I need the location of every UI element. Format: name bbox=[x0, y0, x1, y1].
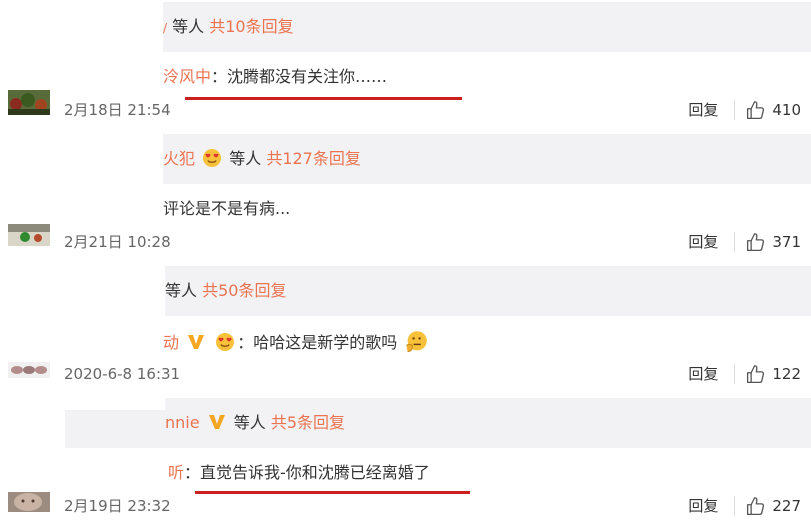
comment-author[interactable]: 听 bbox=[168, 463, 184, 482]
comment-item: / 等人 共10条回复 泠风中：沈腾都没有关注你…… 2月18日 21:54 回… bbox=[0, 0, 811, 132]
thumbs-up-icon bbox=[747, 100, 765, 119]
comment-actions: 回复 410 bbox=[688, 99, 801, 121]
comment-author[interactable]: 泠风中 bbox=[163, 67, 211, 86]
reply-suffix: 等人 bbox=[172, 17, 205, 36]
like-count: 122 bbox=[772, 365, 801, 383]
reply-names[interactable]: 火犯 bbox=[163, 149, 195, 168]
reply-summary-box[interactable]: nnie 等人 共5条回复 bbox=[65, 398, 811, 448]
comment-text: 评论是不是有病... bbox=[163, 199, 291, 218]
reply-names[interactable]: nnie bbox=[165, 413, 200, 432]
reply-suffix: 等人 bbox=[229, 149, 262, 168]
action-divider bbox=[734, 232, 736, 252]
comment-content: 动 ：哈哈这是新学的歌吗 bbox=[163, 330, 430, 354]
heart-eyes-emoji-icon bbox=[216, 333, 235, 351]
avatar[interactable] bbox=[8, 362, 50, 378]
like-button[interactable]: 122 bbox=[745, 363, 801, 385]
reply-suffix: 等人 bbox=[233, 413, 266, 432]
like-button[interactable]: 410 bbox=[745, 99, 801, 121]
comment-actions: 回复 227 bbox=[688, 495, 801, 517]
reply-summary-box[interactable]: / 等人 共10条回复 bbox=[65, 2, 811, 52]
thinking-emoji-icon bbox=[406, 331, 428, 353]
like-count: 410 bbox=[772, 101, 801, 119]
heart-eyes-emoji-icon bbox=[203, 149, 222, 167]
like-button[interactable]: 227 bbox=[745, 495, 801, 517]
comment-item: 等人 共50条回复 动 ：哈哈这是新学的歌吗 2020-6-8 16:31 回复… bbox=[0, 264, 811, 396]
like-count: 227 bbox=[772, 497, 801, 515]
comment-content: 评论是不是有病... bbox=[163, 198, 290, 220]
comment-time: 2020-6-8 16:31 bbox=[64, 365, 181, 383]
comment-text: 哈哈这是新学的歌吗 bbox=[253, 333, 398, 352]
comment-time: 2月18日 21:54 bbox=[64, 101, 171, 119]
comment-time: 2月21日 10:28 bbox=[64, 233, 171, 251]
avatar[interactable] bbox=[8, 90, 50, 115]
avatar[interactable] bbox=[8, 224, 50, 246]
annotation-underline bbox=[185, 97, 462, 100]
reply-button[interactable]: 回复 bbox=[688, 231, 718, 253]
reply-count-link[interactable]: 共5条回复 bbox=[271, 413, 345, 432]
author-colon: ： bbox=[211, 67, 228, 86]
reply-summary-box[interactable]: 火犯 等人 共127条回复 bbox=[65, 134, 811, 184]
comment-actions: 回复 371 bbox=[688, 231, 801, 253]
comment-text: 直觉告诉我-你和沈腾已经离婚了 bbox=[200, 463, 430, 482]
avatar[interactable] bbox=[8, 492, 50, 512]
vip-badge-icon bbox=[188, 335, 205, 349]
reply-suffix: 等人 bbox=[165, 281, 198, 300]
author-colon: ： bbox=[184, 463, 201, 482]
thumbs-up-icon bbox=[747, 232, 765, 251]
comment-item: nnie 等人 共5条回复 听：直觉告诉我-你和沈腾已经离婚了 2月19日 23… bbox=[0, 396, 811, 528]
reply-button[interactable]: 回复 bbox=[688, 363, 718, 385]
vip-mark-partial: / bbox=[163, 21, 168, 35]
reply-count-link[interactable]: 共50条回复 bbox=[202, 281, 286, 300]
reply-button[interactable]: 回复 bbox=[688, 495, 718, 517]
action-divider bbox=[734, 496, 736, 516]
comment-content: 听：直觉告诉我-你和沈腾已经离婚了 bbox=[168, 462, 430, 484]
thumbs-up-icon bbox=[747, 496, 765, 515]
thumbs-up-icon bbox=[747, 364, 765, 383]
reply-button[interactable]: 回复 bbox=[688, 99, 718, 121]
author-colon: ： bbox=[237, 333, 254, 352]
like-count: 371 bbox=[772, 233, 801, 251]
reply-count-link[interactable]: 共127条回复 bbox=[266, 149, 361, 168]
reply-summary-box[interactable]: 等人 共50条回复 bbox=[65, 266, 811, 316]
action-divider bbox=[734, 364, 736, 384]
action-divider bbox=[734, 100, 736, 120]
comment-author[interactable]: 动 bbox=[163, 333, 179, 352]
comment-item: 火犯 等人 共127条回复 评论是不是有病... 2月21日 10:28 回复 bbox=[0, 132, 811, 264]
comment-content: 泠风中：沈腾都没有关注你…… bbox=[163, 66, 387, 88]
annotation-underline bbox=[195, 491, 470, 494]
comment-text: 沈腾都没有关注你…… bbox=[227, 67, 388, 86]
comment-actions: 回复 122 bbox=[688, 363, 801, 385]
vip-badge-icon bbox=[208, 415, 225, 429]
reply-count-link[interactable]: 共10条回复 bbox=[209, 17, 293, 36]
comment-time: 2月19日 23:32 bbox=[64, 497, 171, 515]
like-button[interactable]: 371 bbox=[745, 231, 801, 253]
